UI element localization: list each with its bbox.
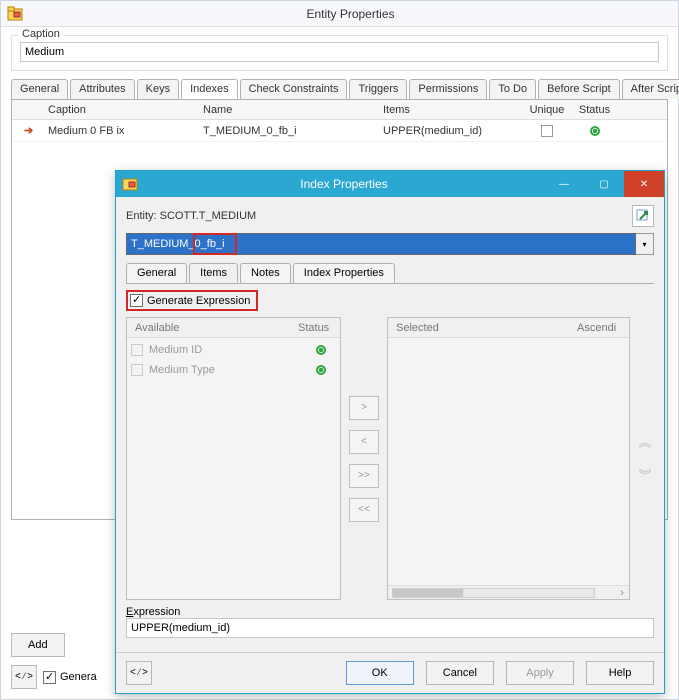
move-all-right-button[interactable]: >> (349, 464, 379, 488)
window-title: Entity Properties (29, 7, 672, 21)
tab-triggers[interactable]: Triggers (349, 79, 407, 99)
dlg-tab-items[interactable]: Items (189, 263, 238, 283)
tab-permissions[interactable]: Permissions (409, 79, 487, 99)
available-list: Medium ID Medium Type (127, 338, 340, 599)
col-caption-header[interactable]: Caption (42, 102, 197, 118)
dialog-body: Entity: SCOTT.T_MEDIUM ▾ General Items N… (116, 197, 664, 652)
maximize-button[interactable]: ▢ (584, 171, 624, 197)
dlg-tab-index-properties[interactable]: Index Properties (293, 263, 395, 283)
move-up-icon[interactable]: ︽ (638, 436, 651, 449)
items-tab-content: Generate Expression Available Status Med… (126, 284, 654, 644)
close-button[interactable]: ✕ (624, 171, 664, 197)
apply-button[interactable]: Apply (506, 661, 574, 685)
available-header: Available Status (127, 318, 340, 338)
caption-label: Caption (18, 28, 64, 40)
selected-header: Selected Ascendi (388, 318, 629, 338)
code-toggle-button[interactable]: <⁄> (11, 665, 37, 689)
generate-checkbox[interactable]: Genera (43, 671, 97, 684)
generate-expression-label: Generate Expression (147, 295, 250, 307)
available-pane: Available Status Medium ID Medium Type (126, 317, 341, 600)
tab-check-constraints[interactable]: Check Constraints (240, 79, 348, 99)
tab-general[interactable]: General (11, 79, 68, 99)
available-col[interactable]: Available (127, 320, 290, 336)
app-icon (7, 6, 23, 22)
expression-input[interactable] (126, 618, 654, 638)
grid-header: Caption Name Items Unique Status (12, 100, 667, 120)
item-name: Medium Type (149, 364, 306, 376)
dlg-tab-general[interactable]: General (126, 263, 187, 283)
move-buttons: > < >> << (347, 317, 381, 600)
selected-pane: Selected Ascendi › (387, 317, 630, 600)
dialog-titlebar: Index Properties — ▢ ✕ (116, 171, 664, 197)
tab-after-script[interactable]: After Script (622, 79, 679, 99)
add-button[interactable]: Add (11, 633, 65, 657)
tab-attributes[interactable]: Attributes (70, 79, 134, 99)
item-name: Medium ID (149, 344, 306, 356)
move-down-icon[interactable]: ︾ (638, 469, 651, 482)
col-icon (12, 108, 42, 112)
list-item[interactable]: Medium ID (127, 340, 340, 360)
tab-keys[interactable]: Keys (137, 79, 179, 99)
item-panes: Available Status Medium ID Medium Type (126, 317, 654, 600)
col-unique-header[interactable]: Unique (522, 102, 572, 118)
dialog-icon (122, 176, 138, 192)
move-all-left-button[interactable]: << (349, 498, 379, 522)
generate-label: Genera (60, 671, 97, 683)
generate-expression-checkbox[interactable]: Generate Expression (126, 290, 258, 311)
ok-button[interactable]: OK (346, 661, 414, 685)
parent-bottom-controls: Add <⁄> Genera (11, 633, 97, 689)
caption-group: Caption (11, 35, 668, 71)
entity-label: Entity: SCOTT.T_MEDIUM (126, 210, 256, 222)
index-name-dropdown[interactable]: ▾ (636, 233, 654, 255)
item-checkbox (131, 364, 143, 376)
move-left-button[interactable]: < (349, 430, 379, 454)
cancel-button[interactable]: Cancel (426, 661, 494, 685)
list-item[interactable]: Medium Type (127, 360, 340, 380)
dialog-tabstrip: General Items Notes Index Properties (126, 263, 654, 284)
selected-scrollbar[interactable]: › (388, 585, 629, 599)
item-checkbox (131, 344, 143, 356)
tab-indexes[interactable]: Indexes (181, 79, 238, 99)
goto-entity-button[interactable] (632, 205, 654, 227)
current-row-icon: ➔ (24, 125, 33, 137)
index-name-input[interactable] (126, 233, 636, 255)
col-items-header[interactable]: Items (377, 102, 522, 118)
tab-todo[interactable]: To Do (489, 79, 536, 99)
parent-tabstrip: General Attributes Keys Indexes Check Co… (11, 79, 668, 100)
dlg-tab-notes[interactable]: Notes (240, 263, 291, 283)
selected-list (388, 338, 629, 585)
caption-input[interactable] (20, 42, 659, 62)
help-button[interactable]: Help (586, 661, 654, 685)
dialog-title: Index Properties (144, 177, 544, 191)
entity-line: Entity: SCOTT.T_MEDIUM (126, 205, 654, 227)
status-indicator-icon (316, 345, 326, 355)
expression-row: EExpressionxpression (126, 606, 654, 638)
ascending-col[interactable]: Ascendi (569, 320, 629, 336)
row-caption: Medium 0 FB ix (42, 123, 197, 139)
row-items: UPPER(medium_id) (377, 123, 522, 139)
status-indicator-icon (316, 365, 326, 375)
col-name-header[interactable]: Name (197, 102, 377, 118)
expression-label-text: xpression (133, 606, 180, 618)
check-icon (43, 671, 56, 684)
move-right-button[interactable]: > (349, 396, 379, 420)
reorder-controls: ︽ ︾ (636, 317, 654, 600)
minimize-button[interactable]: — (544, 171, 584, 197)
available-status-col[interactable]: Status (290, 320, 340, 336)
tab-before-script[interactable]: Before Script (538, 79, 620, 99)
check-icon (130, 294, 143, 307)
index-name-combo: ▾ (126, 233, 654, 255)
dialog-footer: <⁄> OK Cancel Apply Help (116, 652, 664, 693)
selected-col[interactable]: Selected (388, 320, 569, 336)
titlebar: Entity Properties (1, 1, 678, 27)
row-unique-checkbox[interactable] (541, 125, 553, 137)
code-toggle-button[interactable]: <⁄> (126, 661, 152, 685)
row-status-indicator (590, 126, 600, 136)
col-status-header[interactable]: Status (572, 102, 617, 118)
row-name: T_MEDIUM_0_fb_i (197, 123, 377, 139)
table-row[interactable]: ➔ Medium 0 FB ix T_MEDIUM_0_fb_i UPPER(m… (12, 120, 667, 142)
index-properties-dialog: Index Properties — ▢ ✕ Entity: SCOTT.T_M… (115, 170, 665, 694)
